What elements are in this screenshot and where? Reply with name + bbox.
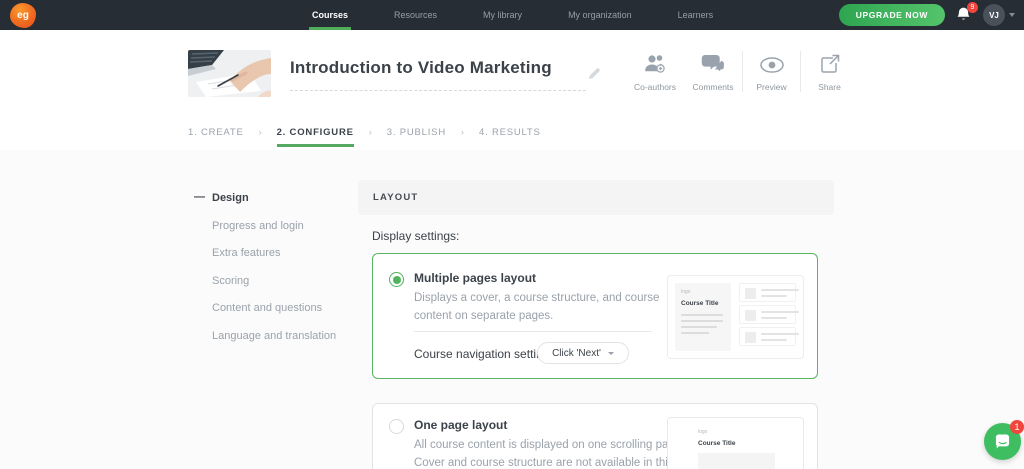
step-results[interactable]: 4. RESULTS — [479, 123, 541, 147]
option-description: Displays a cover, a course structure, an… — [414, 292, 660, 322]
share-label: Share — [818, 82, 841, 92]
radio-multiple-pages[interactable] — [389, 272, 404, 287]
active-dash-icon: — — [194, 191, 205, 203]
course-title-block: Introduction to Video Marketing — [290, 58, 586, 91]
avatar: VJ — [983, 4, 1005, 26]
preview-item-thumb — [745, 332, 756, 343]
layout-settings-panel: LAYOUT Display settings: Multiple pages … — [358, 180, 834, 469]
preview-item-thumb — [745, 288, 756, 299]
upgrade-now-button[interactable]: UPGRADE NOW — [838, 4, 945, 26]
notification-badge: 9 — [967, 2, 978, 13]
comments-button[interactable]: Comments — [684, 51, 742, 92]
option-card-multiple-pages[interactable]: Multiple pages layout Displays a cover, … — [372, 253, 818, 379]
multiple-pages-preview: logo Course Title — [667, 275, 804, 359]
course-header: Introduction to Video Marketing Co-autho… — [0, 30, 1024, 110]
chat-bubble-icon — [995, 434, 1010, 449]
step-separator — [259, 123, 262, 137]
preview-content-block — [698, 453, 775, 469]
co-authors-icon — [630, 51, 680, 75]
chevron-down-icon — [607, 352, 614, 355]
sidebar-item-extra-features[interactable]: Extra features — [188, 241, 348, 265]
sidebar-item-scoring[interactable]: Scoring — [188, 269, 348, 293]
sidebar-item-label: Content and questions — [212, 302, 323, 314]
step-configure[interactable]: 2. CONFIGURE — [276, 123, 354, 147]
nav-item-courses[interactable]: Courses — [308, 0, 352, 30]
notifications-button[interactable]: 9 — [956, 2, 978, 24]
main-navigation: Courses Resources My library My organiza… — [308, 0, 714, 30]
preview-list-item — [739, 327, 799, 346]
comments-label: Comments — [692, 82, 734, 92]
preview-text-line — [681, 326, 717, 328]
sidebar-item-progress-and-login[interactable]: Progress and login — [188, 214, 348, 238]
layout-section-title: LAYOUT — [373, 192, 419, 203]
step-create[interactable]: 1. CREATE — [188, 123, 244, 147]
option-title: One page layout — [414, 418, 508, 432]
co-authors-label: Co-authors — [633, 82, 677, 92]
step-publish[interactable]: 3. PUBLISH — [387, 123, 446, 147]
preview-list-item — [739, 283, 799, 302]
user-menu[interactable]: VJ — [983, 4, 1015, 26]
sidebar-item-content-and-questions[interactable]: Content and questions — [188, 296, 348, 320]
preview-eye-icon — [747, 51, 796, 75]
preview-course-title: Course Title — [698, 440, 736, 447]
course-steps: 1. CREATE 2. CONFIGURE 3. PUBLISH 4. RES… — [188, 123, 541, 147]
share-button[interactable]: Share — [800, 51, 858, 92]
course-navigation-dropdown[interactable]: Click 'Next' — [537, 342, 629, 364]
preview-logo-text: logo — [698, 429, 708, 435]
preview-course-title: Course Title — [681, 300, 719, 307]
top-navbar: eg Courses Resources My library My organ… — [0, 0, 1024, 30]
preview-button[interactable]: Preview — [742, 51, 800, 92]
preview-logo-text: logo — [681, 289, 691, 295]
navbar-right-cluster: UPGRADE NOW 9 VJ — [838, 0, 1015, 30]
sidebar-item-design[interactable]: — Design — [188, 186, 348, 210]
course-actions: Co-authors Comments Preview Share — [626, 51, 858, 92]
chevron-down-icon — [1009, 13, 1015, 17]
co-authors-button[interactable]: Co-authors — [626, 51, 684, 92]
edit-title-icon[interactable] — [588, 67, 601, 80]
preview-label: Preview — [756, 82, 787, 92]
logo-text: eg — [17, 10, 29, 21]
chat-launcher-button[interactable]: 1 — [984, 420, 1024, 460]
configure-sidebar: — Design Progress and login Extra featur… — [188, 186, 348, 351]
easygenerator-logo[interactable]: eg — [10, 3, 36, 28]
radio-one-page[interactable] — [389, 419, 404, 434]
avatar-initials: VJ — [989, 10, 999, 20]
option-title: Multiple pages layout — [414, 271, 537, 285]
comments-icon — [688, 51, 738, 75]
course-title[interactable]: Introduction to Video Marketing — [290, 58, 586, 91]
one-page-preview: logo Course Title — [667, 417, 804, 469]
course-thumbnail-art — [188, 50, 271, 97]
chat-unread-badge: 1 — [1010, 420, 1024, 434]
nav-item-learners[interactable]: Learners — [678, 0, 714, 30]
nav-item-resources[interactable]: Resources — [394, 0, 437, 30]
share-icon — [805, 51, 854, 75]
preview-text-line — [681, 320, 723, 322]
step-separator — [369, 123, 372, 137]
preview-text-line — [681, 314, 723, 316]
dropdown-value: Click 'Next' — [552, 347, 601, 359]
sidebar-item-label: Design — [212, 192, 249, 204]
preview-list-item — [739, 305, 799, 324]
layout-section-header: LAYOUT — [358, 180, 834, 215]
preview-cover-panel: logo Course Title — [675, 283, 731, 351]
sidebar-item-label: Progress and login — [212, 219, 304, 232]
preview-structure-list — [739, 283, 799, 346]
display-settings-label: Display settings: — [372, 229, 460, 243]
preview-text-line — [681, 332, 709, 334]
nav-item-my-organization[interactable]: My organization — [568, 0, 632, 30]
card-divider — [414, 331, 652, 332]
option-card-one-page[interactable]: One page layout All course content is di… — [372, 403, 818, 469]
preview-item-thumb — [745, 310, 756, 321]
step-separator — [461, 123, 464, 137]
sidebar-item-language-and-translation[interactable]: Language and translation — [188, 324, 348, 348]
sidebar-item-label: Scoring — [212, 274, 250, 287]
nav-item-my-library[interactable]: My library — [483, 0, 522, 30]
course-thumbnail-image[interactable] — [188, 50, 271, 97]
sidebar-item-label: Extra features — [212, 247, 281, 259]
sidebar-item-label: Language and translation — [212, 329, 337, 342]
